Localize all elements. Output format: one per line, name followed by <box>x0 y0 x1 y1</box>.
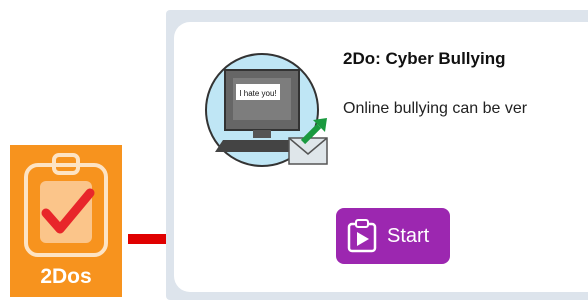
computer-envelope-icon: I hate you! <box>205 53 328 167</box>
tile-label: 2Dos <box>40 265 92 288</box>
card-description: Online bullying can be ver <box>343 100 528 117</box>
start-label: Start <box>387 224 430 247</box>
card-title: 2Do: Cyber Bullying <box>343 49 506 68</box>
2dos-tile[interactable]: 2Dos <box>10 145 122 297</box>
thumbnail-screen-text: I hate you! <box>239 89 276 98</box>
start-button[interactable]: Start <box>336 208 450 264</box>
clipboard-play-icon <box>347 219 377 253</box>
clipboard-check-icon <box>24 153 108 257</box>
